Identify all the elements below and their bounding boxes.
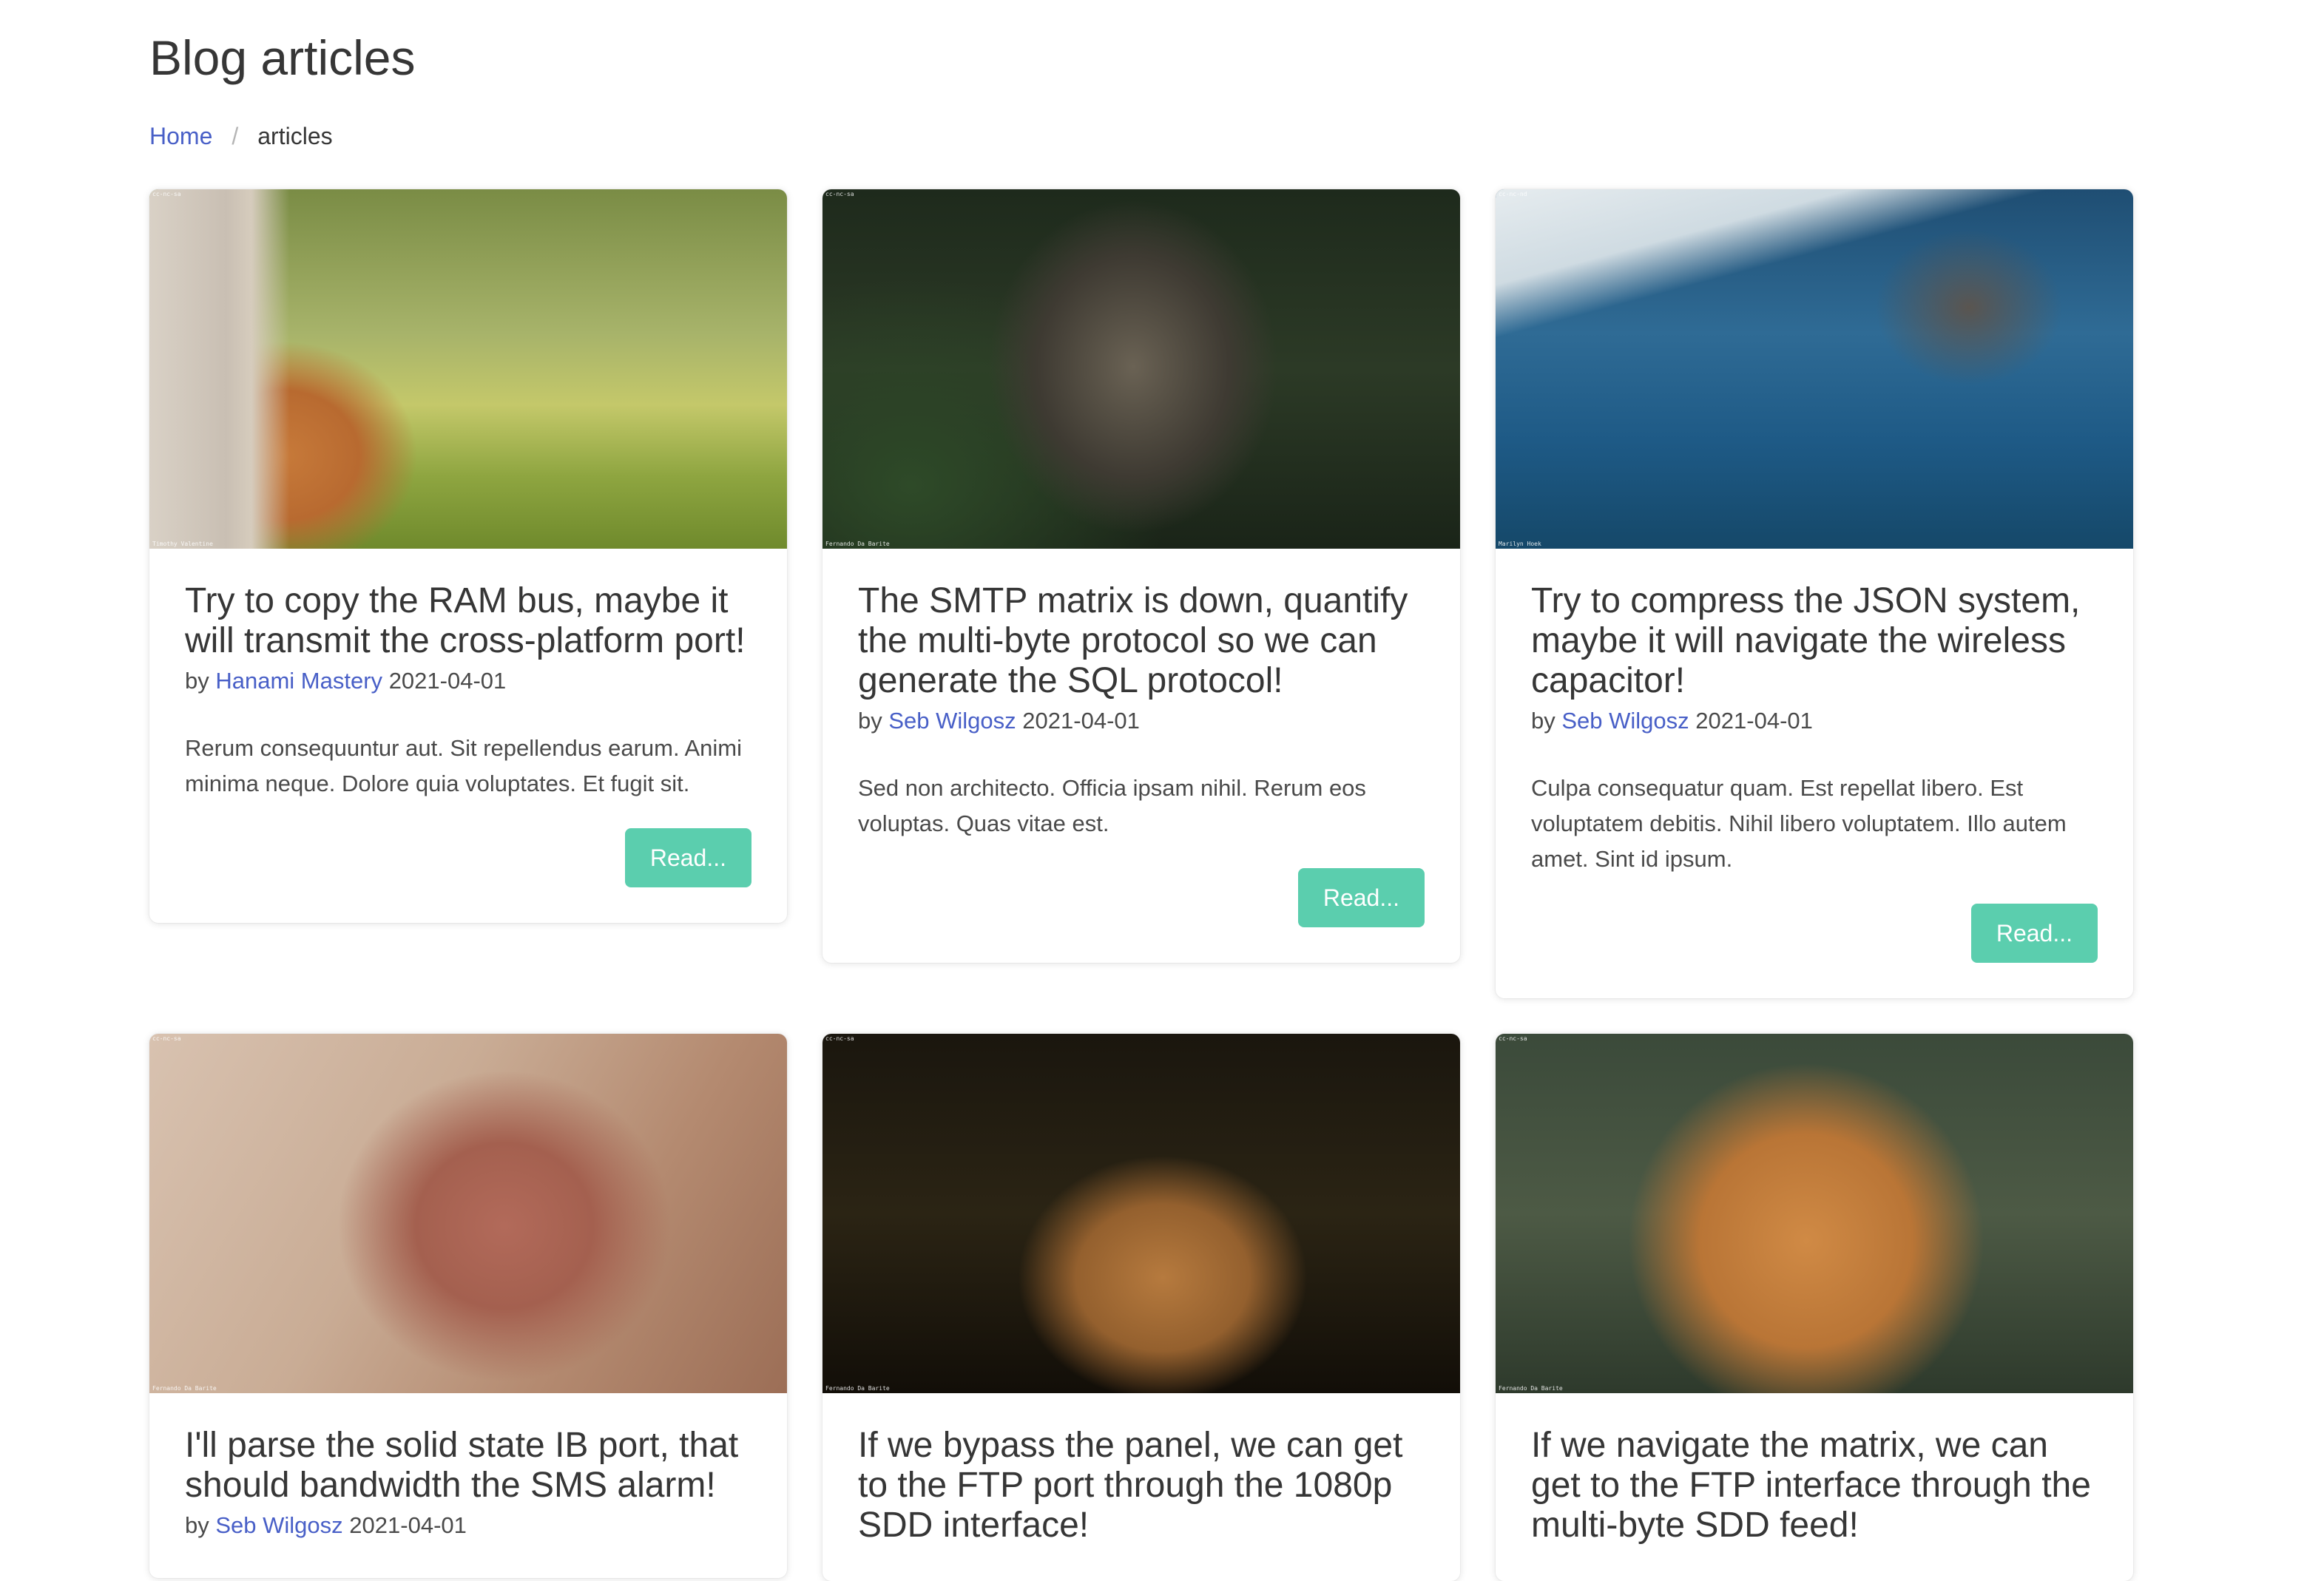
article-title: Try to compress the JSON system, maybe i…	[1531, 581, 2081, 700]
article-date: 2021-04-01	[349, 1512, 467, 1538]
article-card: cc-nc-sa Fernando Da Barite If we naviga…	[1496, 1034, 2133, 1581]
image-license: cc-nc-sa	[825, 1035, 854, 1042]
by-label: by	[1531, 708, 1555, 734]
image-credit: Fernando Da Barite	[825, 541, 890, 547]
article-image[interactable]: cc-nc-sa Fernando Da Barite	[822, 1034, 1460, 1393]
article-excerpt: Culpa consequatur quam. Est repellat lib…	[1531, 775, 2067, 872]
article-excerpt: Sed non architecto. Officia ipsam nihil.…	[858, 775, 1366, 836]
article-image[interactable]: cc-nc-sa Fernando Da Barite	[1496, 1034, 2133, 1393]
read-button[interactable]: Read...	[624, 828, 751, 887]
article-title: I'll parse the solid state IB port, that…	[185, 1426, 739, 1505]
image-license: cc-nc-sa	[152, 1035, 181, 1042]
by-label: by	[185, 1512, 209, 1538]
article-excerpt: Rerum consequuntur aut. Sit repellendus …	[185, 735, 743, 796]
image-license: cc-nc-sa	[825, 191, 854, 197]
page-title: Blog articles	[149, 30, 416, 85]
author-link[interactable]: Seb Wilgosz	[888, 708, 1016, 734]
article-image[interactable]: cc-nc-sa Fernando Da Barite	[822, 189, 1460, 549]
image-credit: Timothy Valentine	[152, 541, 213, 547]
by-label: by	[858, 708, 882, 734]
image-credit: Fernando Da Barite	[1499, 1385, 1563, 1392]
article-image[interactable]: cc-nc-sa Fernando Da Barite	[149, 1034, 787, 1393]
article-title: Try to copy the RAM bus, maybe it will t…	[185, 581, 746, 660]
article-meta: by Hanami Mastery 2021-04-01	[185, 664, 751, 698]
article-date: 2021-04-01	[388, 668, 507, 694]
author-link[interactable]: Hanami Mastery	[215, 668, 382, 694]
image-license: cc-nc-sa	[152, 191, 181, 197]
by-label: by	[185, 668, 209, 694]
breadcrumb: Home / articles	[149, 118, 333, 154]
author-link[interactable]: Seb Wilgosz	[1561, 708, 1689, 734]
breadcrumb-separator: /	[232, 123, 239, 149]
article-card: cc-nc-sa Fernando Da Barite I'll parse t…	[149, 1034, 787, 1578]
article-meta: by Seb Wilgosz 2021-04-01	[858, 704, 1425, 738]
article-title: The SMTP matrix is down, quantify the mu…	[858, 581, 1408, 700]
article-date: 2021-04-01	[1695, 708, 1813, 734]
image-credit: Marilyn Hoek	[1499, 541, 1541, 547]
article-meta: by Seb Wilgosz 2021-04-01	[185, 1509, 751, 1543]
author-link[interactable]: Seb Wilgosz	[215, 1512, 342, 1538]
breadcrumb-current: articles	[257, 123, 333, 149]
image-credit: Fernando Da Barite	[152, 1385, 217, 1392]
article-title: If we bypass the panel, we can get to th…	[858, 1426, 1403, 1545]
article-image[interactable]: cc-nc-nd Marilyn Hoek	[1496, 189, 2133, 549]
read-button[interactable]: Read...	[1297, 868, 1425, 927]
article-image[interactable]: cc-nc-sa Timothy Valentine	[149, 189, 787, 549]
breadcrumb-home-link[interactable]: Home	[149, 118, 212, 154]
article-card: cc-nc-sa Fernando Da Barite If we bypass…	[822, 1034, 1460, 1581]
image-license: cc-nc-sa	[1499, 1035, 1527, 1042]
article-card: cc-nc-nd Marilyn Hoek Try to compress th…	[1496, 189, 2133, 998]
article-card: cc-nc-sa Timothy Valentine Try to copy t…	[149, 189, 787, 923]
article-date: 2021-04-01	[1022, 708, 1140, 734]
article-card: cc-nc-sa Fernando Da Barite The SMTP mat…	[822, 189, 1460, 963]
read-button[interactable]: Read...	[1970, 904, 2098, 963]
article-meta: by Seb Wilgosz 2021-04-01	[1531, 704, 2098, 738]
image-credit: Fernando Da Barite	[825, 1385, 890, 1392]
image-license: cc-nc-nd	[1499, 191, 1527, 197]
article-title: If we navigate the matrix, we can get to…	[1531, 1426, 2091, 1545]
